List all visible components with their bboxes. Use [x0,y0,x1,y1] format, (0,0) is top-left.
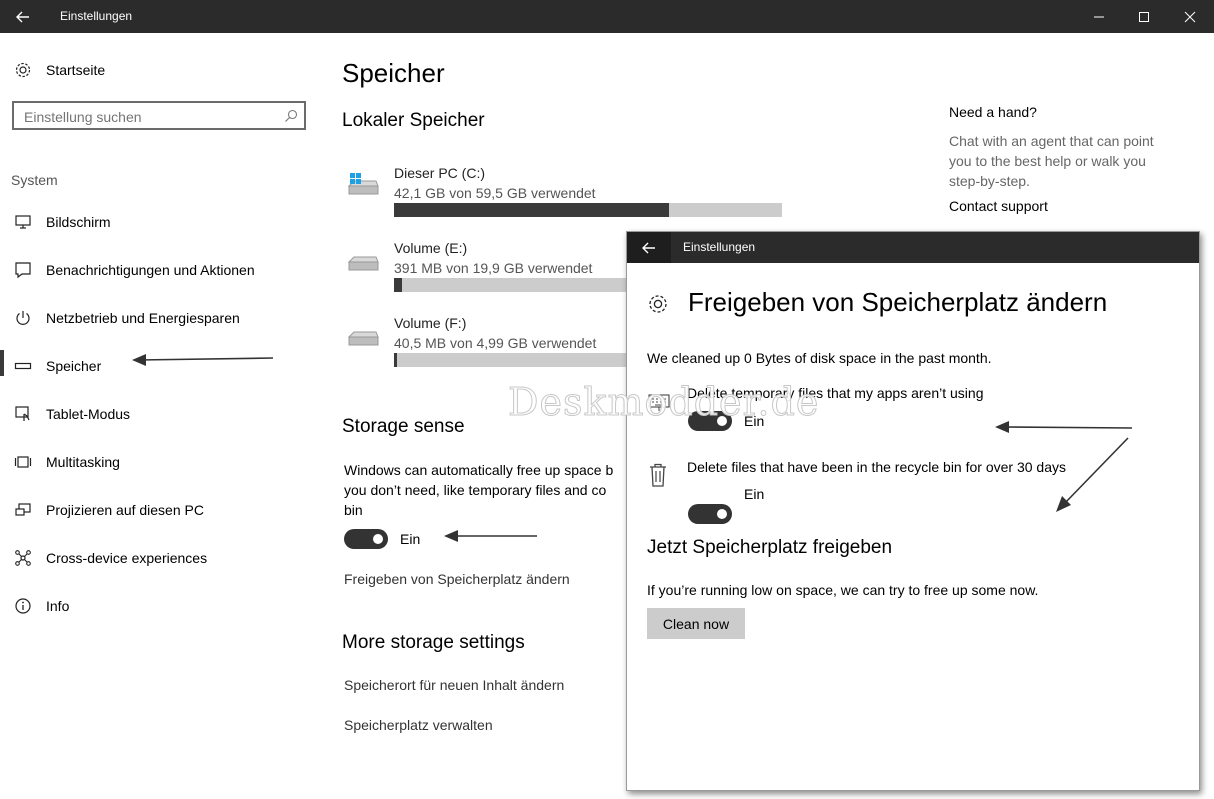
sidebar-item-tablet[interactable]: Tablet-Modus [0,390,330,438]
drive-f-icon [346,325,380,354]
project-icon [0,502,46,518]
sidebar-item-notifications[interactable]: Benachrichtigungen und Aktionen [0,246,330,294]
storage-sense-toggle-label: Ein [400,531,421,547]
annotation-arrow-pair [995,421,1133,512]
info-icon [0,597,46,615]
help-text: Chat with an agent that can point you to… [949,131,1154,191]
search-input[interactable] [14,103,276,130]
monitor-icon [0,214,46,230]
storage-sense-description: Windows can automatically free up space … [344,460,613,520]
minimize-button[interactable] [1076,0,1122,33]
drive-c-bar [394,203,782,217]
help-title: Need a hand? [949,104,1037,120]
storage-sense-toggle[interactable] [344,529,388,549]
overlay-title-bar: Einstellungen [627,232,1199,263]
contact-support-link[interactable]: Contact support [949,198,1048,214]
sidebar-item-label: Multitasking [46,454,120,470]
cross-device-icon [0,549,46,567]
help-text-line: step-by-step. [949,173,1030,189]
notification-icon [0,261,46,279]
sidebar-item-label: Bildschirm [46,214,111,230]
free-now-heading: Jetzt Speicherplatz freigeben [647,537,893,558]
toggle-knob [373,534,383,544]
sidebar-home-label: Startseite [46,62,106,78]
overlay-heading: Freigeben von Speicherplatz ändern [688,287,1108,317]
power-icon [0,309,46,327]
tablet-icon [0,405,46,423]
back-button[interactable] [0,0,46,33]
annotation-arrow [132,354,274,366]
drive-e-icon [346,250,380,279]
sidebar-item-label: Benachrichtigungen und Aktionen [46,262,255,278]
drive-e-name[interactable]: Volume (E:) [394,240,467,256]
back-arrow-icon [16,11,29,22]
sidebar-item-label: Netzbetrieb und Energiesparen [46,310,240,326]
cleaned-text: We cleaned up 0 Bytes of disk space in t… [647,350,992,366]
sidebar-item-power[interactable]: Netzbetrieb und Energiesparen [0,294,330,342]
sidebar-home[interactable]: Startseite [0,46,330,94]
maximize-icon [1139,11,1149,22]
sidebar-item-multitasking[interactable]: Multitasking [0,438,330,486]
multitasking-icon [0,455,46,469]
overlay-window-title: Einstellungen [683,240,756,254]
drive-e-bar-fill [394,278,402,292]
change-free-space-link[interactable]: Freigeben von Speicherplatz ändern [344,571,570,587]
recycle-bin-toggle[interactable] [688,504,732,524]
gear-icon [0,61,46,79]
sidebar-item-label: Speicher [46,358,102,374]
page-title: Speicher [342,58,445,88]
free-now-text: If you’re running low on space, we can t… [647,582,1039,598]
toggle-knob [717,509,727,519]
drive-c-icon [346,170,380,203]
drive-f-usage: 40,5 MB von 4,99 GB verwendet [394,335,597,351]
drive-e-usage: 391 MB von 19,9 GB verwendet [394,260,593,276]
recycle-bin-toggle-label: Ein [744,486,765,502]
new-content-location-link[interactable]: Speicherort für neuen Inhalt ändern [344,677,564,693]
window-title: Einstellungen [60,9,133,23]
local-storage-heading: Lokaler Speicher [342,110,485,131]
annotation-arrow [444,530,537,542]
back-arrow-icon [642,242,655,253]
storage-icon [0,361,46,371]
overlay-back-button[interactable] [627,232,671,263]
close-icon [1184,11,1196,22]
drive-c-bar-fill [394,203,669,217]
sidebar-item-project[interactable]: Projizieren auf diesen PC [0,486,330,534]
clean-now-button[interactable]: Clean now [647,608,745,639]
recycle-bin-icon [647,462,669,493]
watermark: Deskmodder.de [507,380,820,425]
gear-icon [647,293,669,320]
search-icon[interactable] [284,109,298,123]
help-text-line: you to the best help or walk you [949,153,1146,169]
storage-sense-text-line: Windows can automatically free up space … [344,462,614,478]
help-text-line: Chat with an agent that can point [949,133,1154,149]
sidebar-item-label: Tablet-Modus [46,406,131,422]
minimize-icon [1094,16,1104,17]
close-button[interactable] [1167,0,1213,33]
sidebar-item-info[interactable]: Info [0,582,330,630]
title-bar: Einstellungen [0,0,1214,33]
drive-c-name[interactable]: Dieser PC (C:) [394,165,485,181]
drive-f-bar-fill [394,353,397,367]
storage-sense-heading: Storage sense [342,416,465,437]
maximize-button[interactable] [1121,0,1167,33]
storage-sense-text-line: bin [344,502,363,518]
manage-storage-link[interactable]: Speicherplatz verwalten [344,717,493,733]
sidebar-item-bildschirm[interactable]: Bildschirm [0,198,330,246]
sidebar-item-label: Cross-device experiences [46,550,208,566]
storage-sense-text-line: you don’t need, like temporary files and… [344,482,607,498]
sidebar-item-label: Projizieren auf diesen PC [46,502,204,518]
drive-c-usage: 42,1 GB von 59,5 GB verwendet [394,185,596,201]
sidebar-item-label: Info [46,598,70,614]
sidebar-item-cross-device[interactable]: Cross-device experiences [0,534,330,582]
more-storage-heading: More storage settings [342,632,525,653]
section-label-system: System [11,172,58,188]
search-box[interactable] [12,101,306,130]
drive-f-name[interactable]: Volume (F:) [394,315,466,331]
